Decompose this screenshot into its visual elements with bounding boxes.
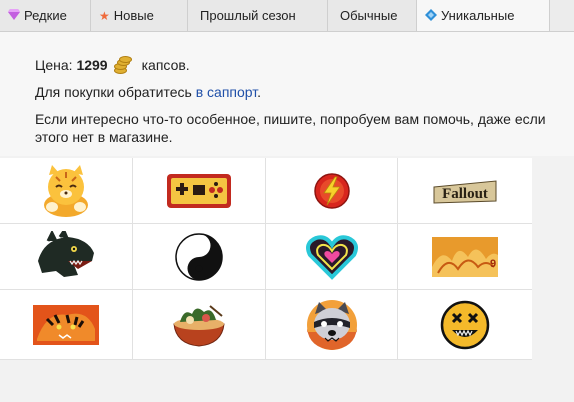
- coins-icon: [112, 56, 132, 74]
- tab-common[interactable]: Обычные: [328, 0, 417, 31]
- contact-suffix: .: [257, 84, 262, 100]
- tab-unique[interactable]: Уникальные: [417, 0, 550, 31]
- yin-yang-icon: [175, 232, 223, 281]
- svg-text:9: 9: [490, 258, 496, 270]
- price-amount: 1299: [76, 57, 108, 73]
- item-grid: Fallout 9: [0, 158, 532, 360]
- shop-item[interactable]: Fallout: [398, 158, 532, 224]
- contact-text: Для покупки обратитесь: [35, 84, 192, 100]
- tiger-fire-icon: [33, 304, 99, 345]
- price-unit: капсов.: [141, 57, 190, 73]
- tab-label: Обычные: [340, 8, 398, 23]
- shop-item[interactable]: [0, 290, 133, 360]
- tab-last-season[interactable]: Прошлый сезон: [188, 0, 328, 31]
- shop-item[interactable]: [266, 158, 398, 224]
- tab-new[interactable]: ★ Новые: [91, 0, 188, 31]
- fire-art-icon: 9: [432, 236, 498, 277]
- shop-item[interactable]: [133, 290, 266, 360]
- shop-tabs: Редкие ★ Новые Прошлый сезон Обычные Уни…: [0, 0, 574, 32]
- skull-smiley-icon: [440, 300, 490, 349]
- raccoon-icon: [306, 299, 357, 350]
- tab-label: Прошлый сезон: [200, 8, 296, 23]
- tab-rare[interactable]: Редкие: [0, 0, 91, 31]
- godzilla-head-icon: [38, 230, 94, 277]
- tab-label: Новые: [113, 8, 154, 23]
- shop-item[interactable]: [0, 158, 133, 224]
- flash-logo-icon: [313, 172, 350, 209]
- shop-item[interactable]: [0, 224, 133, 290]
- neon-heart-icon: [305, 234, 358, 280]
- price-prefix: Цена:: [35, 57, 73, 73]
- shop-item[interactable]: [398, 290, 532, 360]
- fallout-logo-icon: Fallout: [433, 179, 497, 204]
- shop-note: Если интересно что-то особенное, пишите,…: [35, 111, 546, 145]
- shop-item[interactable]: [133, 158, 266, 224]
- ramen-bowl-icon: [173, 304, 225, 347]
- svg-text:Fallout: Fallout: [442, 186, 488, 202]
- tab-label: Редкие: [24, 8, 67, 23]
- blue-diamond-icon: [425, 8, 437, 23]
- info-panel: Цена: 1299 капсов. Для покупки обратитес…: [0, 32, 574, 156]
- contact-line: Для покупки обратитесь в саппорт.: [35, 84, 261, 100]
- support-link[interactable]: в саппорт: [196, 84, 257, 100]
- shop-item[interactable]: [266, 290, 398, 360]
- shop-item[interactable]: [133, 224, 266, 290]
- tiger-cub-icon: [44, 164, 88, 217]
- price-line: Цена: 1299 капсов.: [35, 56, 190, 74]
- tab-label: Уникальные: [441, 8, 515, 23]
- game-controller-icon: [167, 173, 231, 208]
- shop-item[interactable]: 9: [398, 224, 532, 290]
- star-icon: ★: [99, 8, 110, 23]
- diamond-icon: [8, 9, 20, 22]
- shop-item[interactable]: [266, 224, 398, 290]
